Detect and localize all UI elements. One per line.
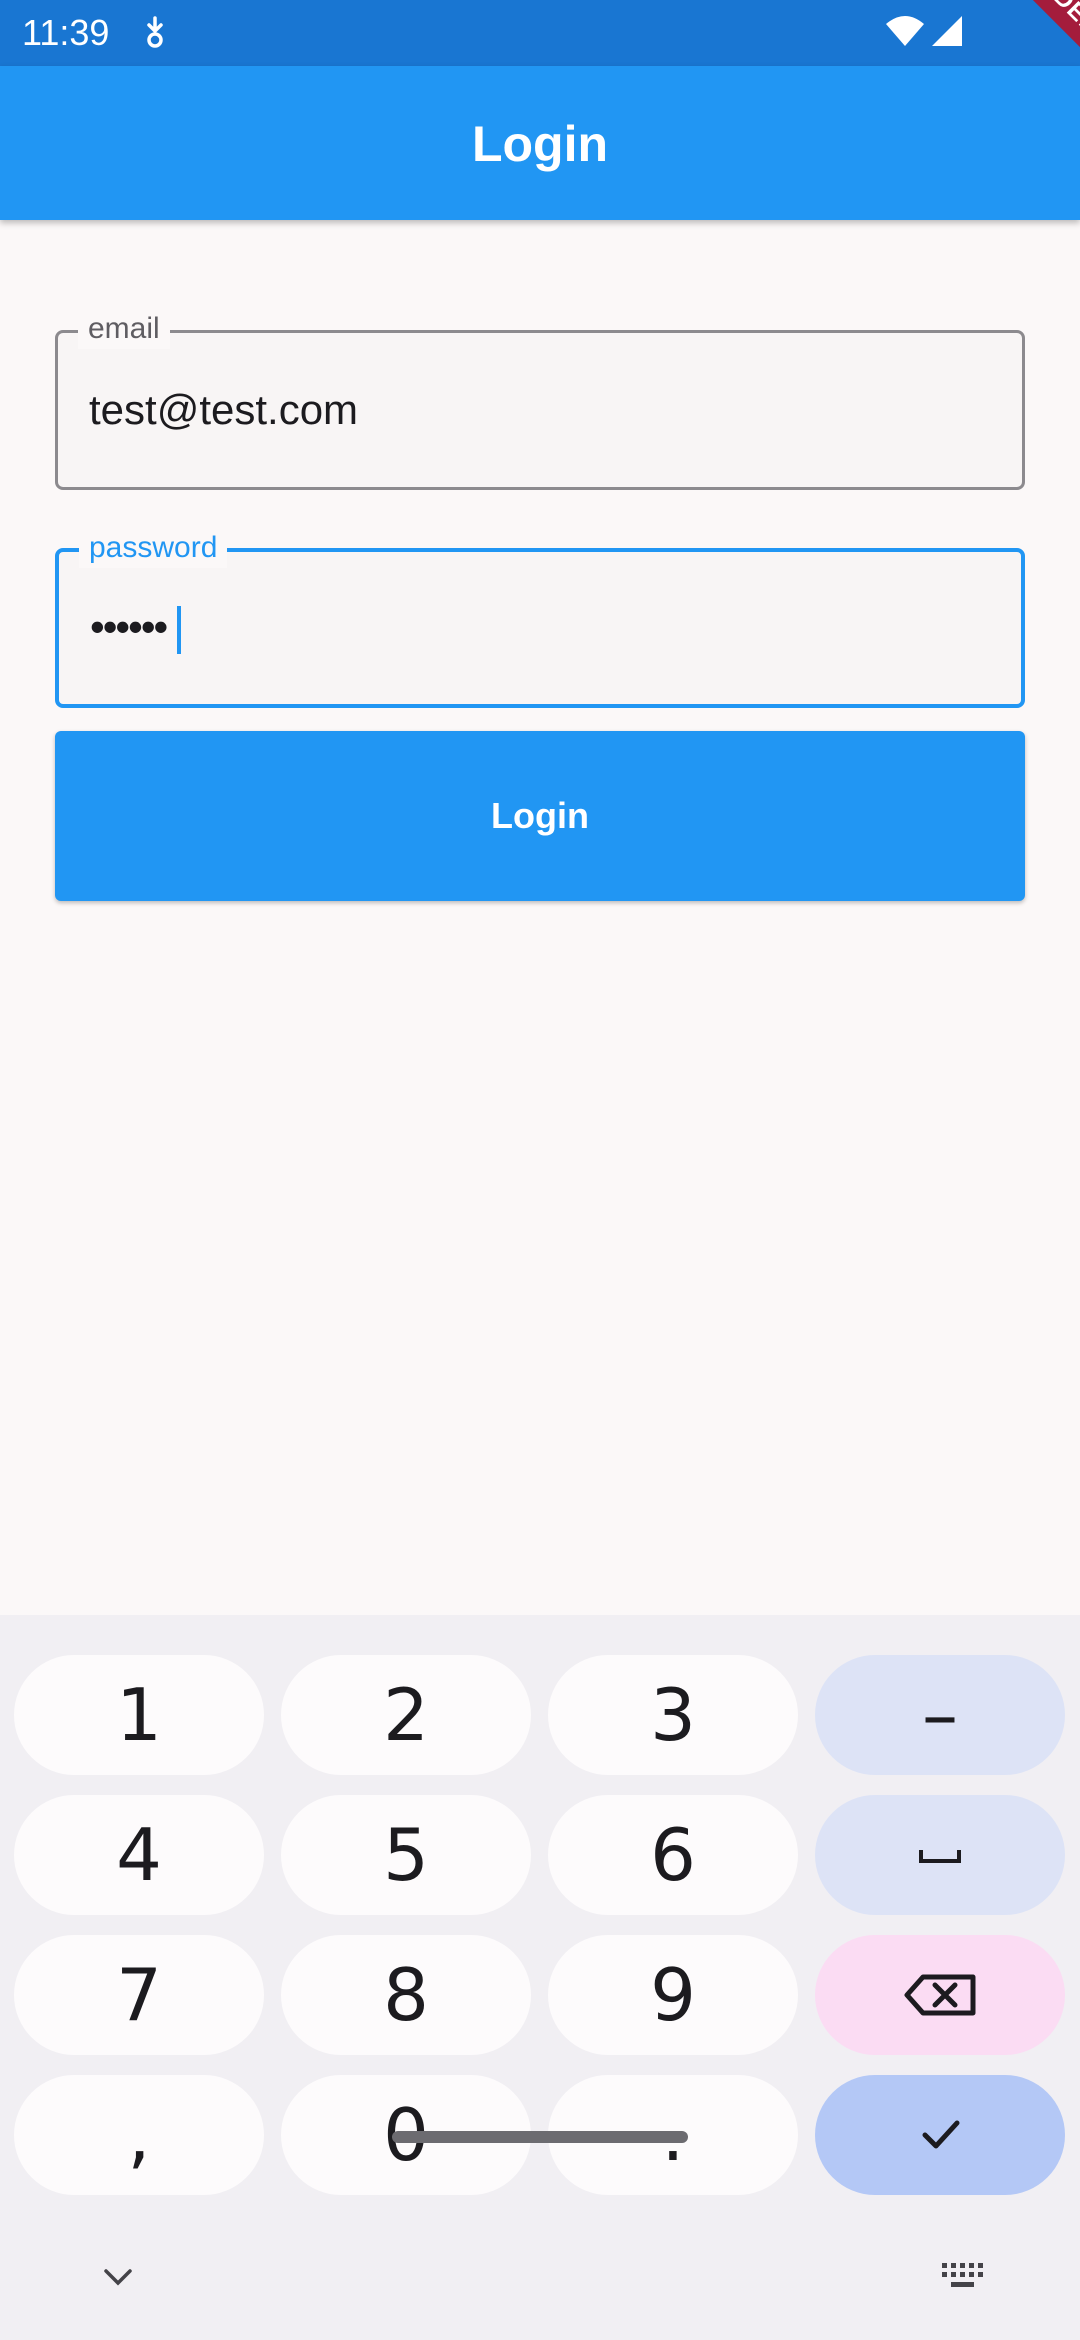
space-key[interactable] [815, 1795, 1065, 1915]
password-field-value[interactable]: •••••• [90, 602, 168, 652]
backspace-key[interactable] [815, 1935, 1065, 2055]
key-6[interactable]: 6 [548, 1795, 798, 1915]
key-7[interactable]: 7 [14, 1935, 264, 2055]
home-indicator[interactable] [392, 2131, 688, 2143]
key-minus[interactable]: – [815, 1655, 1065, 1775]
page-title: Login [471, 116, 609, 172]
space-icon [919, 1850, 961, 1863]
keyboard-icon[interactable] [940, 2261, 984, 2291]
key-3[interactable]: 3 [548, 1655, 798, 1775]
password-field-label: password [79, 528, 228, 568]
status-time: 11:39 [22, 12, 110, 53]
backspace-icon [904, 1974, 976, 2016]
status-bar: 11:39 [0, 0, 1080, 66]
checkmark-icon [922, 2120, 960, 2149]
chevron-down-icon[interactable] [100, 2265, 136, 2289]
wifi-icon [886, 16, 924, 46]
key-4[interactable]: 4 [14, 1795, 264, 1915]
text-caret [177, 606, 181, 654]
password-field[interactable]: password •••••• [55, 528, 1025, 708]
key-2[interactable]: 2 [281, 1655, 531, 1775]
email-field-label: email [78, 309, 170, 349]
key-9[interactable]: 9 [548, 1935, 798, 2055]
key-8[interactable]: 8 [281, 1935, 531, 2055]
cell-signal-icon [932, 16, 962, 46]
email-field[interactable]: email test@test.com [55, 309, 1025, 490]
done-key[interactable] [815, 2075, 1065, 2195]
login-screen: 11:39 DEBUG Login email test@test.com pa… [0, 0, 1080, 2340]
numeric-keyboard: 1 2 3 – 4 5 6 7 8 9 , 0 . [0, 1615, 1080, 2340]
key-5[interactable]: 5 [281, 1795, 531, 1915]
app-bar: Login [0, 66, 1080, 220]
download-notification-icon [147, 16, 163, 48]
email-field-value[interactable]: test@test.com [89, 385, 358, 435]
key-1[interactable]: 1 [14, 1655, 264, 1775]
login-button[interactable]: Login [55, 731, 1025, 901]
key-comma[interactable]: , [14, 2075, 264, 2195]
